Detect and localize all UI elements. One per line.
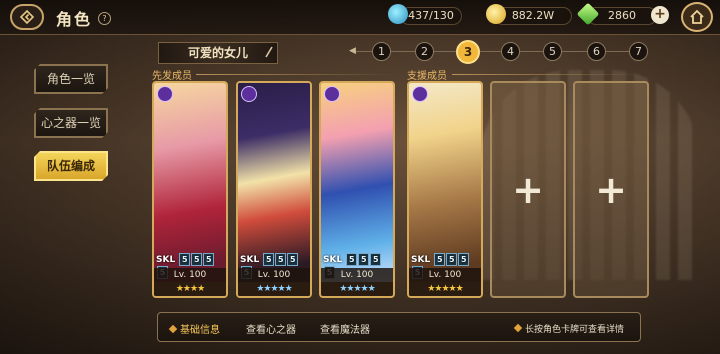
page-button-2[interactable]: 2 bbox=[415, 42, 434, 61]
add-member-icon: + bbox=[595, 167, 627, 212]
card-level: Lv. 100 bbox=[409, 268, 481, 282]
tab-basic-info[interactable]: 基础信息 bbox=[168, 321, 220, 336]
edit-pen-icon[interactable] bbox=[264, 46, 274, 58]
page-button-1[interactable]: 1 bbox=[372, 42, 391, 61]
gold-coin-icon bbox=[486, 4, 506, 24]
starting-members-label: 先发成员 bbox=[152, 71, 192, 82]
menu-character-list[interactable]: 角色一览 bbox=[34, 64, 108, 94]
diamond-icon bbox=[513, 323, 523, 333]
home-button[interactable] bbox=[681, 2, 713, 32]
element-icon bbox=[157, 86, 173, 102]
card-level: Lv. 100 bbox=[154, 268, 226, 282]
divider bbox=[452, 74, 642, 75]
long-press-hint: 长按角色卡牌可查看详情 bbox=[513, 322, 624, 335]
page-title: 角色 bbox=[56, 10, 93, 29]
back-button[interactable] bbox=[10, 4, 44, 30]
card-stars: ★★★★ bbox=[154, 282, 226, 296]
element-icon bbox=[241, 86, 257, 102]
empty-support-slot-1[interactable]: + bbox=[490, 81, 566, 298]
tab-view-magic-device[interactable]: 查看魔法器 bbox=[320, 321, 370, 336]
support-members-label: 支援成员 bbox=[407, 71, 447, 82]
page-arrow-left-icon: ◀ bbox=[349, 46, 356, 56]
help-icon[interactable]: ? bbox=[98, 12, 111, 25]
card-stars: ★★★★★ bbox=[409, 282, 481, 296]
diamond-icon bbox=[168, 324, 178, 334]
top-bar: 角色 ? 437/130 882.2W 2860 + bbox=[0, 0, 720, 35]
bottom-info-bar: 基础信息 查看心之器 查看魔法器 长按角色卡牌可查看详情 bbox=[157, 312, 641, 342]
character-card-1[interactable]: SKL 5555 Lv. 100 ★★★★ bbox=[152, 81, 228, 298]
gem-counter: 2860 bbox=[587, 7, 657, 25]
character-card-support-1[interactable]: SKL 5555 Lv. 100 ★★★★★ bbox=[407, 81, 483, 298]
page-button-3[interactable]: 3 bbox=[456, 40, 480, 64]
team-name[interactable]: 可爱的女儿 bbox=[158, 42, 278, 64]
back-diamond-icon bbox=[19, 9, 35, 25]
card-stars: ★★★★★ bbox=[238, 282, 310, 296]
empty-support-slot-2[interactable]: + bbox=[573, 81, 649, 298]
stamina-counter: 437/130 bbox=[400, 7, 462, 25]
element-icon bbox=[412, 86, 428, 102]
page-button-5[interactable]: 5 bbox=[543, 42, 562, 61]
add-gems-button[interactable]: + bbox=[651, 6, 669, 24]
character-card-2[interactable]: SKL 5555 Lv. 100 ★★★★★ bbox=[236, 81, 312, 298]
home-icon bbox=[690, 9, 704, 24]
menu-team-formation[interactable]: 队伍编成 bbox=[34, 151, 108, 181]
add-member-icon: + bbox=[512, 167, 544, 212]
page-button-4[interactable]: 4 bbox=[501, 42, 520, 61]
element-icon bbox=[324, 86, 340, 102]
page-button-7[interactable]: 7 bbox=[629, 42, 648, 61]
stamina-icon bbox=[388, 4, 408, 24]
menu-heart-vessel-list[interactable]: 心之器一览 bbox=[34, 108, 108, 138]
card-stars: ★★★★★ bbox=[321, 282, 393, 296]
tab-view-heart-vessel[interactable]: 查看心之器 bbox=[246, 321, 296, 336]
card-level: Lv. 100 bbox=[238, 268, 310, 282]
character-card-3[interactable]: SKL 5555 Lv. 100 ★★★★★ bbox=[319, 81, 395, 298]
divider bbox=[196, 74, 396, 75]
card-level: Lv. 100 bbox=[321, 268, 393, 282]
page-button-6[interactable]: 6 bbox=[587, 42, 606, 61]
